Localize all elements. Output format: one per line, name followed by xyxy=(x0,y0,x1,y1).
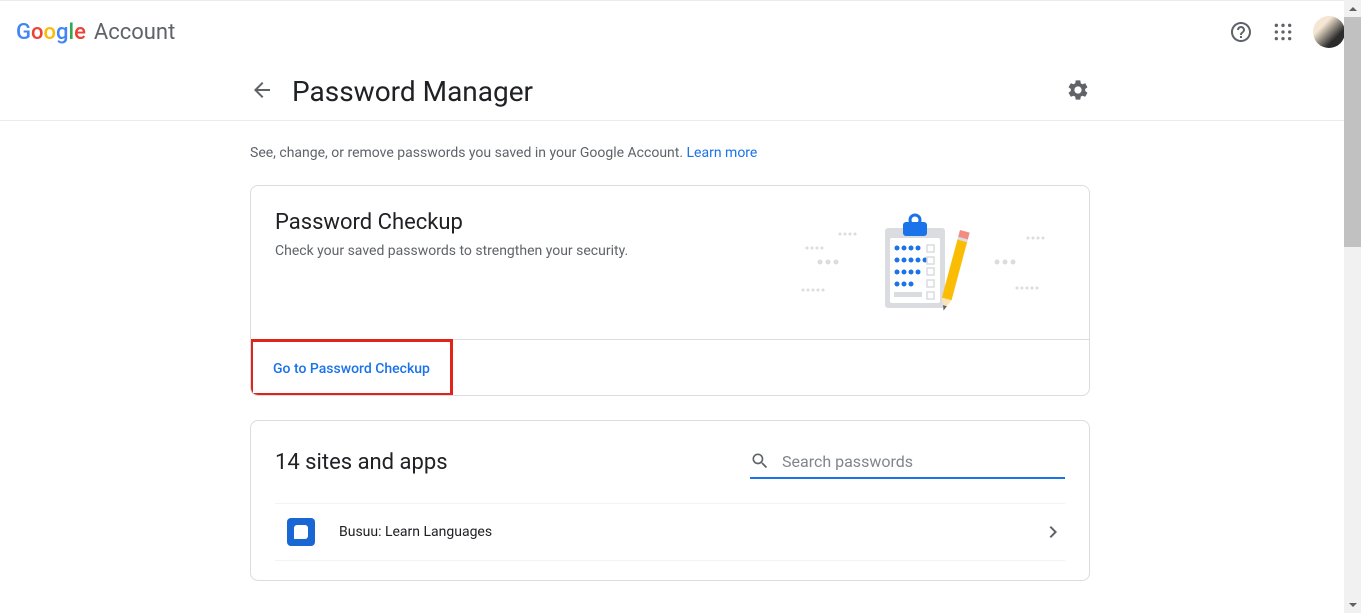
intro-text: See, change, or remove passwords you sav… xyxy=(250,145,1090,161)
learn-more-link[interactable]: Learn more xyxy=(687,145,758,161)
checkup-title: Password Checkup xyxy=(275,210,628,235)
site-row[interactable]: Busuu: Learn Languages xyxy=(275,503,1065,560)
back-icon[interactable] xyxy=(250,78,274,106)
google-logo: Google xyxy=(16,20,86,45)
chevron-right-icon xyxy=(1041,520,1065,544)
scrollbar[interactable] xyxy=(1344,0,1361,613)
sites-card: 14 sites and apps Busuu: Learn Languages xyxy=(250,420,1090,581)
main-content: See, change, or remove passwords you sav… xyxy=(250,121,1090,581)
scroll-up-button[interactable] xyxy=(1344,0,1361,17)
scroll-down-button[interactable] xyxy=(1344,596,1361,613)
site-name: Busuu: Learn Languages xyxy=(339,524,492,540)
checkup-subtitle: Check your saved passwords to strengthen… xyxy=(275,243,628,259)
sites-count-title: 14 sites and apps xyxy=(275,450,448,475)
account-label: Account xyxy=(94,20,175,45)
avatar[interactable] xyxy=(1313,16,1345,48)
header-brand: Google Account xyxy=(16,20,175,45)
help-icon[interactable] xyxy=(1229,20,1253,44)
app-header: Google Account xyxy=(0,1,1361,63)
search-field[interactable] xyxy=(750,445,1065,479)
checkup-illustration xyxy=(785,210,1065,315)
scroll-thumb[interactable] xyxy=(1344,17,1361,247)
header-actions xyxy=(1229,16,1345,48)
highlighted-region: Go to Password Checkup xyxy=(250,339,453,396)
search-icon xyxy=(750,451,770,471)
page-header: Password Manager xyxy=(250,63,1090,120)
apps-grid-icon[interactable] xyxy=(1271,20,1295,44)
password-checkup-card: Password Checkup Check your saved passwo… xyxy=(250,185,1090,396)
settings-icon[interactable] xyxy=(1066,78,1090,106)
page-title: Password Manager xyxy=(292,75,533,108)
go-to-checkup-link[interactable]: Go to Password Checkup xyxy=(273,361,430,377)
search-input[interactable] xyxy=(782,452,1065,471)
site-icon xyxy=(287,518,315,546)
